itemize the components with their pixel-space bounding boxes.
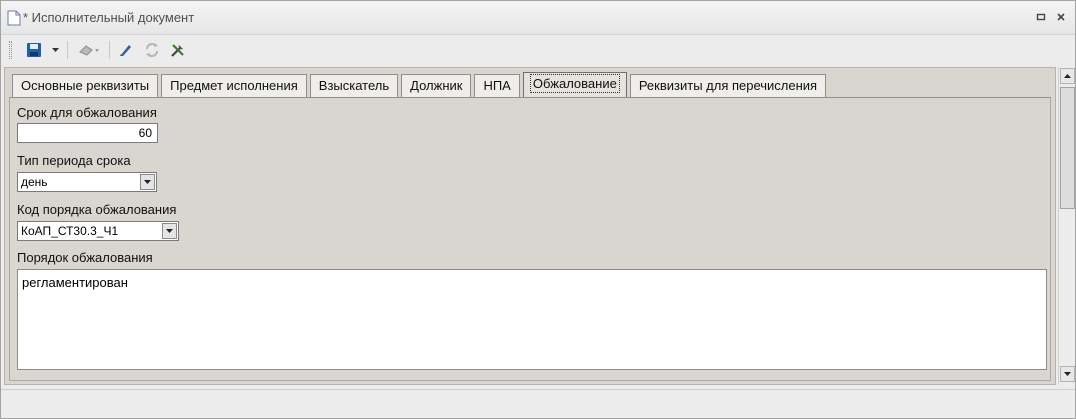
tab-debtor[interactable]: Должник (401, 74, 472, 97)
document-window: * Исполнительный документ Основные рекви… (0, 0, 1076, 419)
vertical-scrollbar[interactable] (1058, 67, 1075, 385)
chevron-down-icon (166, 229, 173, 233)
eraser-icon (79, 45, 99, 56)
scroll-up-button[interactable] (1060, 68, 1075, 84)
tab-label: НПА (483, 78, 511, 93)
status-bar (1, 389, 1075, 418)
period-type-value: день (21, 175, 48, 189)
edit-button[interactable] (115, 39, 137, 61)
scroll-down-button[interactable] (1060, 366, 1075, 382)
arrow-down-icon (1064, 372, 1071, 376)
period-type-select[interactable]: день (17, 172, 157, 192)
tab-label: Должник (410, 78, 463, 93)
appeal-order-label: Порядок обжалования (17, 250, 153, 265)
tab-label: Основные реквизиты (21, 78, 150, 93)
refresh-icon (146, 43, 158, 57)
tab-label: Реквизиты для перечисления (638, 78, 818, 93)
window-title: * Исполнительный документ (23, 10, 195, 25)
chevron-down-icon (144, 180, 151, 184)
toolbar-separator (67, 41, 68, 59)
tab-claimant[interactable]: Взыскатель (309, 74, 399, 97)
title-bar: * Исполнительный документ (1, 1, 1075, 35)
dropdown-button[interactable] (140, 174, 155, 190)
tab-transfer-details[interactable]: Реквизиты для перечисления (629, 74, 827, 97)
scroll-thumb[interactable] (1060, 87, 1075, 209)
tab-npa[interactable]: НПА (474, 74, 520, 97)
tools-icon (171, 44, 184, 57)
tab-main-details[interactable]: Основные реквизиты (12, 74, 159, 97)
appeal-code-select[interactable]: КоАП_СТ30.3_Ч1 (17, 221, 179, 241)
appeal-order-textarea[interactable]: регламентирован (17, 269, 1047, 370)
dropdown-button[interactable] (162, 223, 177, 239)
save-dropdown-button[interactable] (49, 39, 61, 61)
toolbar (1, 36, 1075, 64)
restore-button[interactable] (1033, 9, 1049, 25)
save-icon (27, 43, 41, 57)
appeal-tab-page: Срок для обжалования 60 Тип периода срок… (9, 97, 1051, 381)
tools-button[interactable] (167, 39, 189, 61)
document-icon (7, 10, 21, 26)
appeal-period-input[interactable]: 60 (17, 123, 158, 143)
dropdown-arrow-icon (51, 48, 59, 52)
tab-subject-of-execution[interactable]: Предмет исполнения (161, 74, 307, 97)
restore-icon (1036, 13, 1046, 21)
tab-appeal[interactable]: Обжалование (522, 72, 627, 97)
edit-icon (120, 45, 131, 56)
toolbar-grip[interactable] (9, 41, 12, 59)
tab-label: Обжалование (529, 74, 620, 93)
clear-button[interactable] (75, 39, 103, 61)
close-button[interactable] (1053, 9, 1069, 25)
period-type-label: Тип периода срока (17, 153, 131, 168)
arrow-up-icon (1064, 74, 1071, 78)
close-icon (1057, 13, 1065, 21)
save-button[interactable] (21, 39, 47, 61)
tab-strip: Основные реквизиты Предмет исполнения Вз… (12, 72, 829, 97)
appeal-code-value: КоАП_СТ30.3_Ч1 (21, 224, 119, 238)
appeal-code-label: Код порядка обжалования (17, 202, 177, 217)
document-panel: Основные реквизиты Предмет исполнения Вз… (4, 67, 1056, 385)
appeal-period-label: Срок для обжалования (17, 105, 157, 120)
toolbar-separator (109, 41, 110, 59)
tab-label: Взыскатель (318, 78, 390, 93)
refresh-button[interactable] (141, 39, 163, 61)
tab-label: Предмет исполнения (170, 78, 298, 93)
